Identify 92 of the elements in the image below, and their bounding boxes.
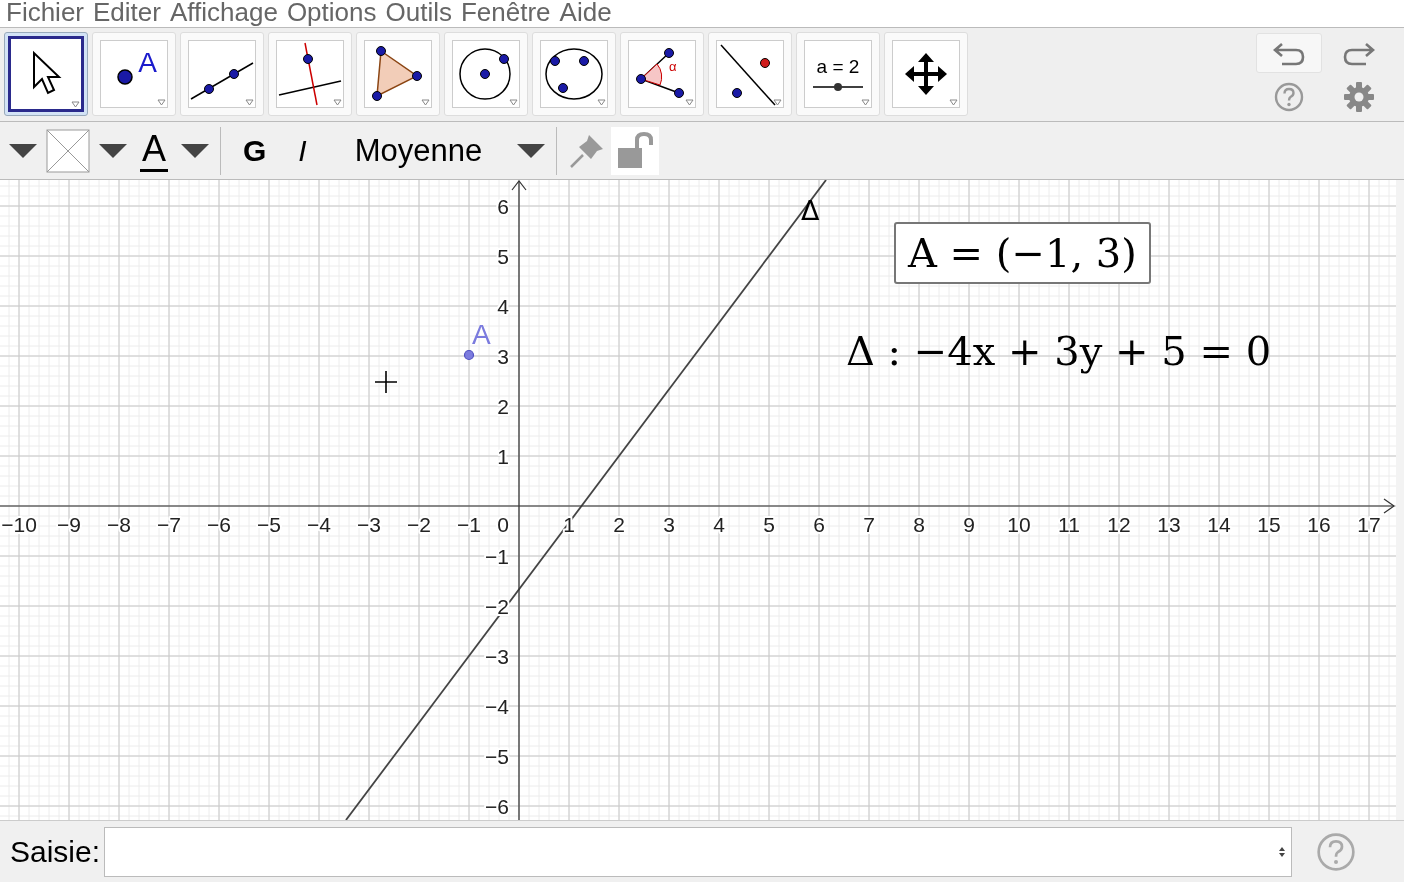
y-tick-label: −5 [485,745,509,768]
text-color-button[interactable]: A [140,129,168,172]
x-tick-label: 11 [1058,513,1080,536]
dropdown-caret-icon [333,99,342,106]
point-label-icon: A [138,47,157,79]
x-tick-label: −10 [1,513,37,536]
x-tick-label: −7 [157,513,181,536]
dropdown-caret-icon [949,99,958,106]
x-tick-label: 15 [1257,513,1281,536]
dropdown-caret-icon [509,99,518,106]
undo-icon [1272,40,1306,66]
help-icon [1274,82,1304,112]
undo-button[interactable] [1256,33,1322,73]
dropdown-caret-icon [861,99,870,106]
slider-label: a = 2 [816,56,860,78]
y-tick-label: 2 [497,395,509,418]
input-field[interactable] [104,826,1293,877]
origin-label: 0 [497,513,509,536]
caret-icon [516,142,547,159]
x-tick-label: 10 [1007,513,1031,536]
y-tick-label: 4 [497,295,509,318]
font-size-dropdown[interactable]: Moyenne [350,126,487,175]
menu-item[interactable]: Outils [385,0,452,27]
italic-button[interactable]: I [294,126,311,175]
x-tick-label: 17 [1357,513,1381,536]
x-tick-label: 6 [813,513,825,536]
dropdown-caret-icon [685,99,694,106]
y-tick-label: −4 [485,695,509,718]
x-tick-label: −9 [57,513,81,536]
caret-icon [98,142,128,159]
x-tick-label: −8 [107,513,131,536]
dropdown-caret-icon [773,99,782,106]
tool-button[interactable]: α [620,32,704,116]
x-tick-label: −1 [457,513,481,536]
y-tick-label: 1 [497,445,509,468]
x-tick-label: 14 [1207,513,1231,536]
menu-item[interactable]: Fenêtre [460,0,551,27]
x-tick-label: 4 [713,513,725,536]
slider-icon [811,82,865,92]
menu-item[interactable]: Affichage [169,0,278,27]
x-tick-label: 12 [1107,513,1131,536]
x-tick-label: 3 [663,513,675,536]
point[interactable] [463,349,475,361]
menu-item[interactable]: Aide [559,0,612,27]
help-icon [1316,831,1357,872]
y-tick-label: 3 [497,345,509,368]
x-tick-label: 8 [913,513,925,536]
caret-icon [8,142,38,159]
point-coordinates-label: A = (−1, 3) [894,222,1151,284]
dropdown-caret-icon [71,101,80,108]
line-label: Δ [801,195,820,226]
y-tick-label: −6 [485,795,509,818]
perpendicular-line-icon [277,41,343,107]
menu-item[interactable]: Options [286,0,377,27]
y-tick-label: 6 [497,195,509,218]
point-label: A [472,319,491,350]
dropdown-caret-icon [245,99,254,106]
x-tick-label: −4 [307,513,331,536]
x-tick-label: 16 [1307,513,1331,536]
crosshair-cursor-icon [374,370,398,394]
y-tick-label: −1 [485,545,509,568]
tool-button[interactable]: a = 2 [796,32,880,116]
line-equation-label: Δ : −4x + 3y + 5 = 0 [846,328,1272,374]
x-tick-label: −5 [257,513,281,536]
x-tick-label: 7 [863,513,875,536]
point-icon [115,67,135,87]
spinner-icon [1279,846,1286,857]
bold-button[interactable]: G [239,126,271,175]
dropdown-caret-icon [597,99,606,106]
redo-icon [1342,40,1376,66]
x-tick-label: 13 [1157,513,1181,536]
y-tick-label: −3 [485,645,509,668]
tool-button[interactable]: A [92,32,176,116]
crossed-square-icon [46,128,90,173]
tool-button[interactable] [4,32,88,116]
gear-icon [1342,80,1376,114]
y-tick-label: 5 [497,245,509,268]
lock-button[interactable] [611,126,660,175]
alpha-label: α [669,59,677,74]
menu-item[interactable]: Fichier [6,0,84,27]
x-tick-label: −6 [207,513,231,536]
x-tick-label: 5 [763,513,775,536]
dropdown-caret-icon [157,99,166,106]
x-tick-label: −2 [407,513,431,536]
x-tick-label: −3 [357,513,381,536]
input-label: Saisie: [10,834,101,869]
caret-icon [180,142,210,159]
x-tick-label: 2 [613,513,625,536]
unlocked-padlock-icon [615,130,656,171]
dropdown-caret-icon [421,99,430,106]
x-tick-label: 9 [963,513,975,536]
menu-item[interactable]: Editer [93,0,161,27]
